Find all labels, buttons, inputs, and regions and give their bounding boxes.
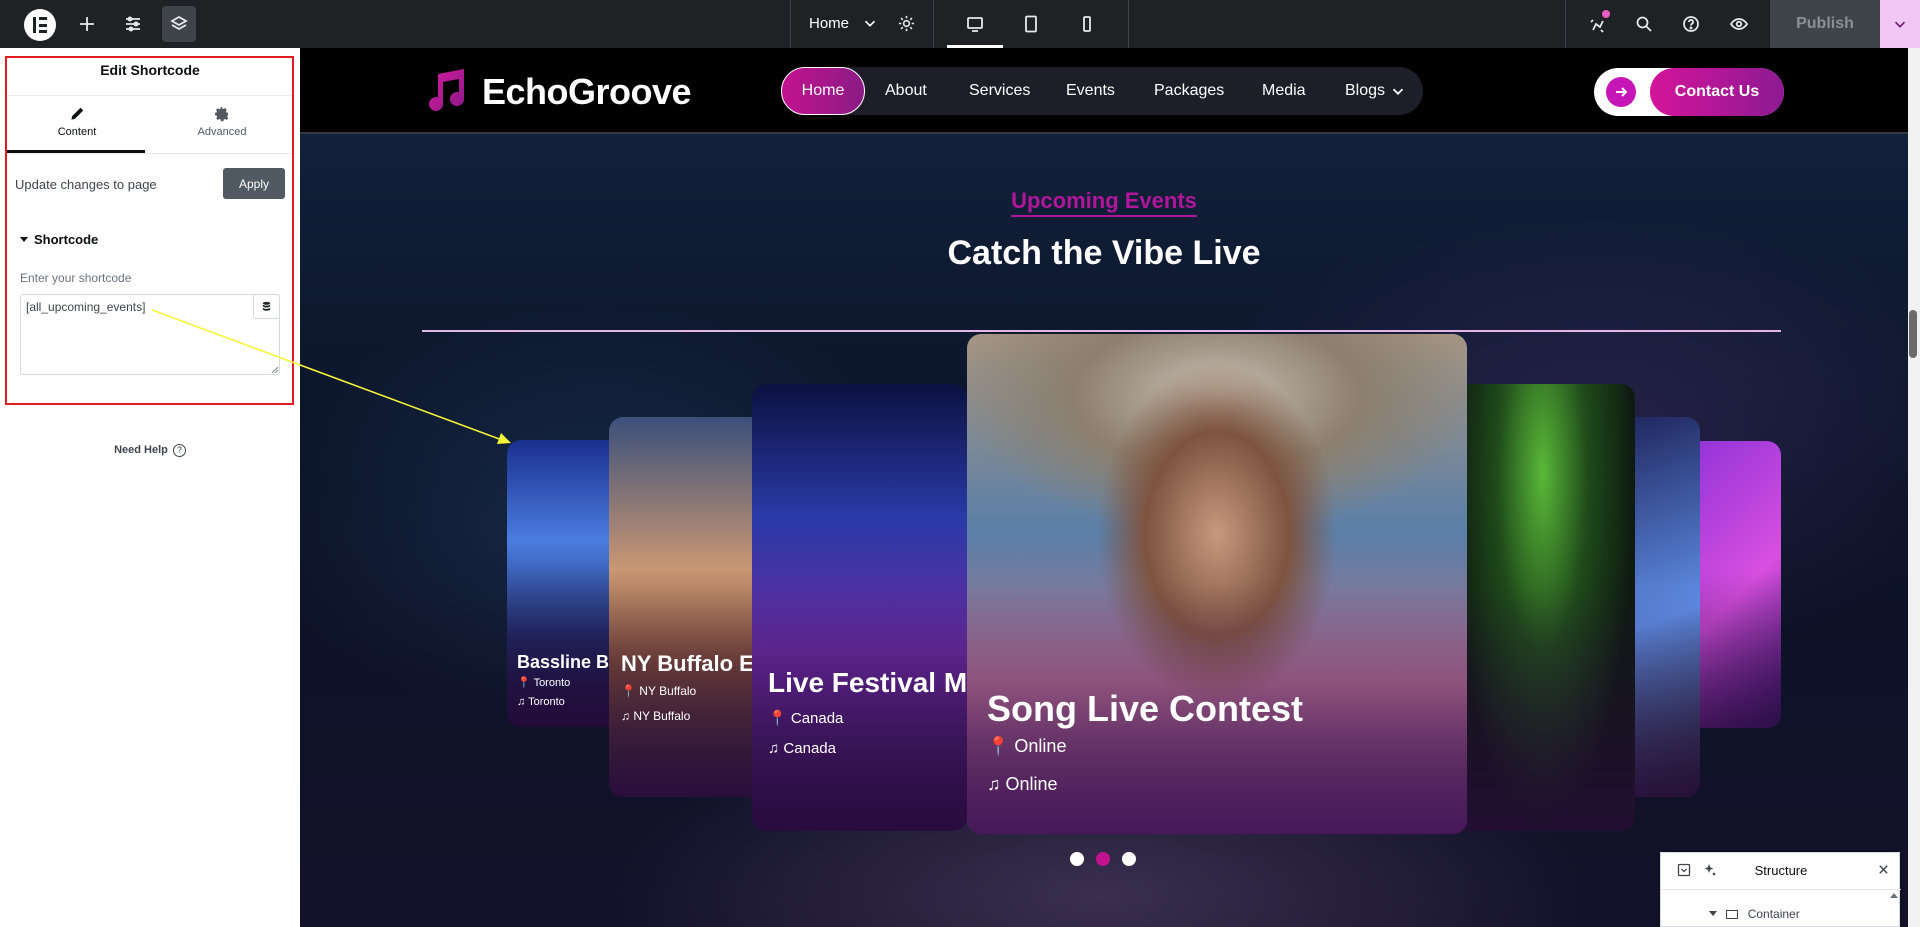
close-icon[interactable]: [1877, 863, 1890, 881]
chevron-down-icon: [1392, 88, 1404, 95]
container-icon: [1726, 910, 1739, 919]
event-card-ny-buffalo[interactable]: NY Buffalo E 📍 NY Buffalo ♫ NY Buffalo: [609, 417, 764, 797]
nav-events[interactable]: Events: [1066, 67, 1115, 115]
page-canvas: EchoGroove Home About Services Events Pa…: [300, 48, 1908, 927]
section-heading: Catch the Vibe Live: [947, 234, 1261, 272]
nav-blogs[interactable]: Blogs: [1345, 67, 1407, 115]
event-location: 📍 Toronto: [517, 677, 571, 689]
structure-item-container[interactable]: Container: [1709, 907, 1800, 921]
contact-us-label: Contact Us: [1674, 83, 1760, 100]
layers-icon[interactable]: [162, 0, 196, 48]
structure-item-label: Container: [1747, 907, 1800, 921]
nav-about[interactable]: About: [885, 67, 927, 115]
elementor-logo-icon[interactable]: [24, 9, 56, 41]
nav-home[interactable]: Home: [781, 67, 865, 115]
page-selector[interactable]: Home: [790, 0, 934, 48]
slider-dot[interactable]: [1070, 852, 1084, 866]
event-location-text: NY Buffalo: [639, 684, 697, 698]
structure-scroll-up-icon[interactable]: [1890, 893, 1898, 898]
need-help-link[interactable]: Need Help?: [0, 444, 300, 457]
page-settings-icon[interactable]: [897, 14, 916, 38]
page-name: Home: [809, 15, 850, 32]
main-nav: Home About Services Events Packages Medi…: [781, 67, 1423, 115]
help-icon[interactable]: [1674, 0, 1708, 48]
nav-blogs-label: Blogs: [1345, 82, 1386, 99]
desktop-view-icon[interactable]: [947, 0, 1003, 48]
event-genre-text: Canada: [783, 740, 836, 757]
event-genre-text: Online: [1005, 774, 1058, 794]
event-genre: ♫ Canada: [768, 740, 836, 757]
event-location: 📍 Canada: [768, 710, 844, 727]
event-genre: ♫ NY Buffalo: [621, 709, 691, 723]
chevron-down-icon: [861, 14, 879, 37]
site-logo[interactable]: EchoGroove: [422, 68, 692, 116]
publish-options-chevron-icon[interactable]: [1880, 0, 1920, 48]
contact-us-button[interactable]: Contact Us: [1594, 68, 1784, 116]
event-genre: ♫ Toronto: [517, 696, 565, 708]
event-title: Song Live Contest: [987, 688, 1304, 729]
event-card-live-festival[interactable]: Live Festival Mu 📍 Canada ♫ Canada: [752, 384, 967, 831]
arrow-right-icon: [1606, 77, 1636, 107]
event-title: Live Festival Mu: [768, 667, 967, 698]
event-location-text: Online: [1014, 736, 1067, 756]
add-element-icon[interactable]: [70, 0, 104, 48]
brand-name: EchoGroove: [482, 71, 692, 112]
need-help-label: Need Help: [114, 444, 168, 456]
event-title: NY Buffalo E: [621, 651, 754, 676]
question-icon: ?: [172, 444, 186, 457]
mobile-view-icon[interactable]: [1059, 0, 1115, 48]
nav-media[interactable]: Media: [1262, 67, 1306, 115]
nav-packages[interactable]: Packages: [1154, 67, 1224, 115]
canvas-scrollbar[interactable]: [1908, 48, 1920, 927]
event-location-text: Toronto: [533, 677, 571, 689]
event-location: 📍 Online: [987, 736, 1067, 756]
notes-sparkle-icon[interactable]: [1580, 0, 1614, 48]
preview-eye-icon[interactable]: [1722, 0, 1756, 48]
structure-title: Structure: [1754, 863, 1808, 878]
section-eyebrow: Upcoming Events: [300, 188, 1908, 217]
site-header: EchoGroove Home About Services Events Pa…: [300, 48, 1908, 134]
search-icon[interactable]: [1627, 0, 1661, 48]
annotation-highlight-box: [5, 56, 294, 405]
event-genre: ♫ Online: [987, 774, 1058, 794]
event-card-song-live-contest[interactable]: Song Live Contest 📍 Online ♫ Online: [967, 334, 1467, 834]
slider-dot[interactable]: [1122, 852, 1136, 866]
scrollbar-thumb[interactable]: [1909, 310, 1917, 358]
eyebrow-text: Upcoming Events: [1011, 188, 1197, 217]
caret-down-icon: [1709, 911, 1717, 916]
divider: [422, 330, 1781, 332]
publish-button[interactable]: Publish: [1770, 0, 1880, 48]
event-card-right[interactable]: [1450, 384, 1635, 831]
notification-dot: [1602, 10, 1610, 18]
event-location-text: Canada: [790, 710, 844, 727]
slider-dot-active[interactable]: [1096, 852, 1110, 866]
structure-panel: Structure Container: [1660, 852, 1901, 927]
event-genre-text: Toronto: [528, 696, 565, 708]
editor-topbar: Home Publish: [0, 0, 1920, 48]
event-location: 📍 NY Buffalo: [621, 684, 697, 698]
event-title: Bassline B: [517, 652, 610, 672]
site-settings-icon[interactable]: [116, 0, 150, 48]
event-genre-text: NY Buffalo: [633, 709, 691, 723]
nav-services[interactable]: Services: [969, 67, 1030, 115]
music-note-logo-icon: [429, 69, 464, 112]
tablet-view-icon[interactable]: [1003, 0, 1059, 48]
